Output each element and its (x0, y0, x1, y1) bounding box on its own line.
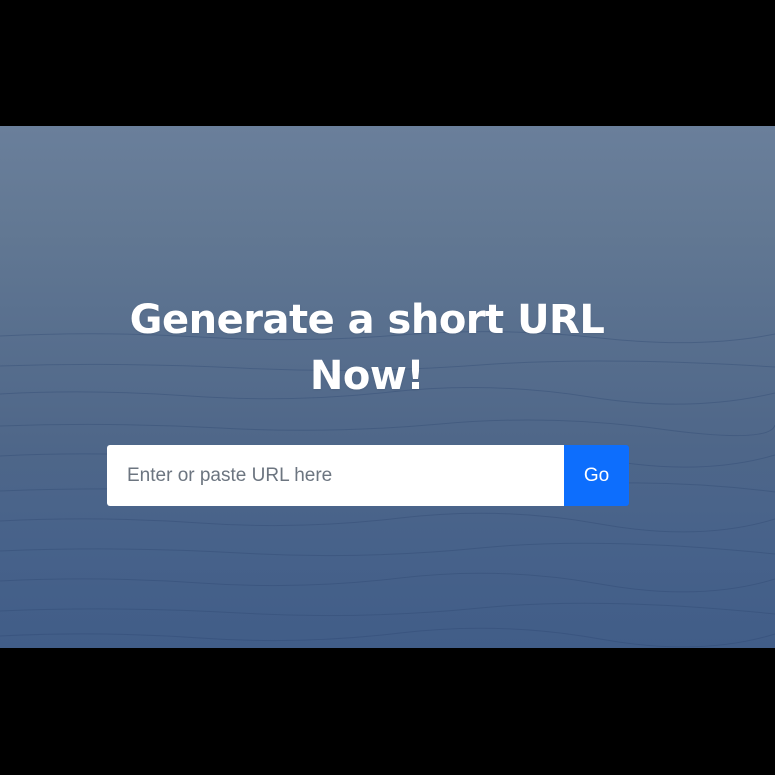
go-button[interactable]: Go (564, 445, 629, 506)
hero-section: Generate a short URL Now! Go (0, 126, 775, 648)
url-input[interactable] (107, 445, 564, 506)
shorten-url-form: Go (107, 445, 629, 506)
page-headline: Generate a short URL Now! (129, 297, 605, 399)
